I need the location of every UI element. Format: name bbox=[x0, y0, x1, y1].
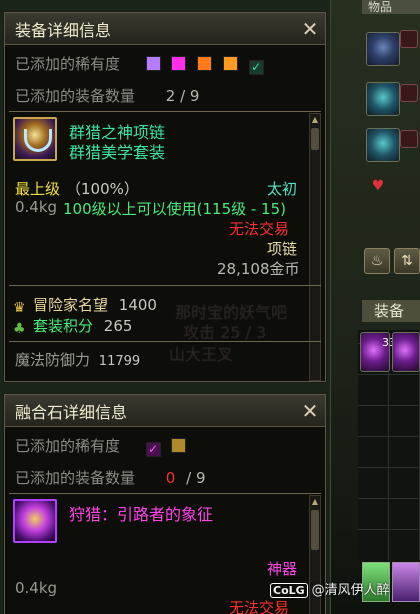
equip-slot-1[interactable] bbox=[366, 32, 400, 66]
divider bbox=[9, 285, 321, 286]
weight: 0.4kg bbox=[15, 198, 58, 216]
equip-panel-header[interactable]: 装备详细信息 ✕ bbox=[5, 13, 325, 45]
item-name: 狩猎：引路者的象征 bbox=[69, 505, 214, 524]
inventory-item-purple[interactable] bbox=[392, 562, 420, 602]
fame-row: ♛ 冒险家名望 1400 bbox=[13, 296, 157, 316]
rarity-box-orange2 bbox=[222, 56, 238, 71]
scroll-thumb[interactable] bbox=[311, 128, 319, 150]
equip-slot-2[interactable] bbox=[366, 82, 400, 116]
tier-label: 太初 bbox=[267, 180, 298, 198]
sort-icon: ♨ bbox=[370, 253, 384, 269]
divider bbox=[9, 111, 321, 112]
rarity-check-icon: ✓ bbox=[145, 442, 161, 457]
sell-price: 28,108金币 bbox=[217, 260, 300, 278]
count-label: 已添加的装备数量 bbox=[15, 87, 136, 105]
divider bbox=[9, 341, 321, 342]
equip-tab[interactable]: 装备 bbox=[362, 300, 420, 322]
panel-title: 装备详细信息 bbox=[15, 20, 112, 40]
level-requirement: 100级以上可以使用(115级 - 15) bbox=[63, 200, 287, 218]
tier-label: 神器 bbox=[267, 560, 298, 578]
overlay-text-2: 攻击 25 / 3 bbox=[183, 323, 267, 342]
rarity-box-orange bbox=[197, 56, 213, 71]
close-button[interactable]: ✕ bbox=[295, 14, 325, 44]
arrange-button[interactable]: ⇅ bbox=[394, 248, 420, 274]
rarity-box-purple bbox=[145, 56, 161, 71]
arrange-icon: ⇅ bbox=[401, 253, 413, 269]
count-row: 已添加的装备数量 2 / 9 bbox=[15, 85, 199, 106]
rarity-box-magenta bbox=[171, 56, 187, 71]
overlay-text-1: 那时宝的妖气吧 bbox=[175, 303, 288, 322]
close-button[interactable]: ✕ bbox=[295, 396, 325, 426]
rarity-row: 已添加的稀有度 ✓ bbox=[15, 53, 270, 75]
panel-title: 融合石详细信息 bbox=[15, 402, 128, 422]
watermark: CoLG @清风伊人醉 bbox=[270, 579, 390, 598]
magic-defense-row: 魔法防御力 11799 bbox=[15, 351, 141, 369]
rarity-label: 已添加的稀有度 bbox=[15, 437, 121, 455]
fusion-stone-icon bbox=[13, 499, 57, 543]
necklace-icon bbox=[13, 117, 57, 161]
overlay-text-3: 山大王叉 bbox=[169, 345, 234, 364]
equip-slot-3[interactable] bbox=[366, 128, 400, 162]
count-current: 0 bbox=[165, 469, 176, 487]
scroll-thumb[interactable] bbox=[311, 510, 319, 550]
trade-status: 无法交易 bbox=[229, 599, 290, 614]
count-total: / 9 bbox=[186, 469, 206, 487]
equip-slot-small-2[interactable] bbox=[400, 84, 418, 102]
inventory-item-2[interactable] bbox=[392, 332, 420, 372]
rarity-row: 已添加的稀有度 ✓ bbox=[15, 435, 192, 457]
rarity-box-gold bbox=[171, 438, 187, 453]
grade-label: 最上级 （100%） bbox=[15, 180, 139, 198]
scroll-up-icon[interactable]: ▲ bbox=[310, 114, 320, 126]
scroll-up-icon[interactable]: ▲ bbox=[310, 496, 320, 508]
equip-slot-small-3[interactable] bbox=[400, 130, 418, 148]
leaf-icon: ♣ bbox=[13, 321, 26, 337]
divider bbox=[9, 493, 321, 494]
set-name: 群猎美学套装 bbox=[69, 143, 166, 162]
watermark-text: @清风伊人醉 bbox=[311, 583, 390, 598]
equip-detail-panel: 装备详细信息 ✕ 已添加的稀有度 ✓ 已添加的装备数量 2 / 9 群猎之神项链… bbox=[4, 12, 326, 382]
count-value: 2 / 9 bbox=[165, 87, 200, 105]
weight: 0.4kg bbox=[15, 579, 58, 597]
sort-button[interactable]: ♨ bbox=[364, 248, 390, 274]
equip-slot-small-1[interactable] bbox=[400, 30, 418, 48]
slot-type: 项链 bbox=[267, 240, 298, 258]
trade-status: 无法交易 bbox=[229, 220, 290, 238]
rarity-check-icon: ✓ bbox=[248, 60, 264, 75]
fusion-panel-header[interactable]: 融合石详细信息 ✕ bbox=[5, 395, 325, 427]
rarity-label: 已添加的稀有度 bbox=[15, 55, 121, 73]
inventory-tab[interactable]: 物品 bbox=[362, 0, 420, 14]
colg-logo: CoLG bbox=[270, 583, 308, 598]
count-label: 已添加的装备数量 bbox=[15, 469, 136, 487]
crown-icon: ♛ bbox=[13, 300, 26, 316]
count-row: 已添加的装备数量 0 / 9 bbox=[15, 467, 206, 488]
heart-icon: ♥ bbox=[371, 178, 385, 194]
set-points-row: ♣ 套装积分 265 bbox=[13, 317, 133, 337]
